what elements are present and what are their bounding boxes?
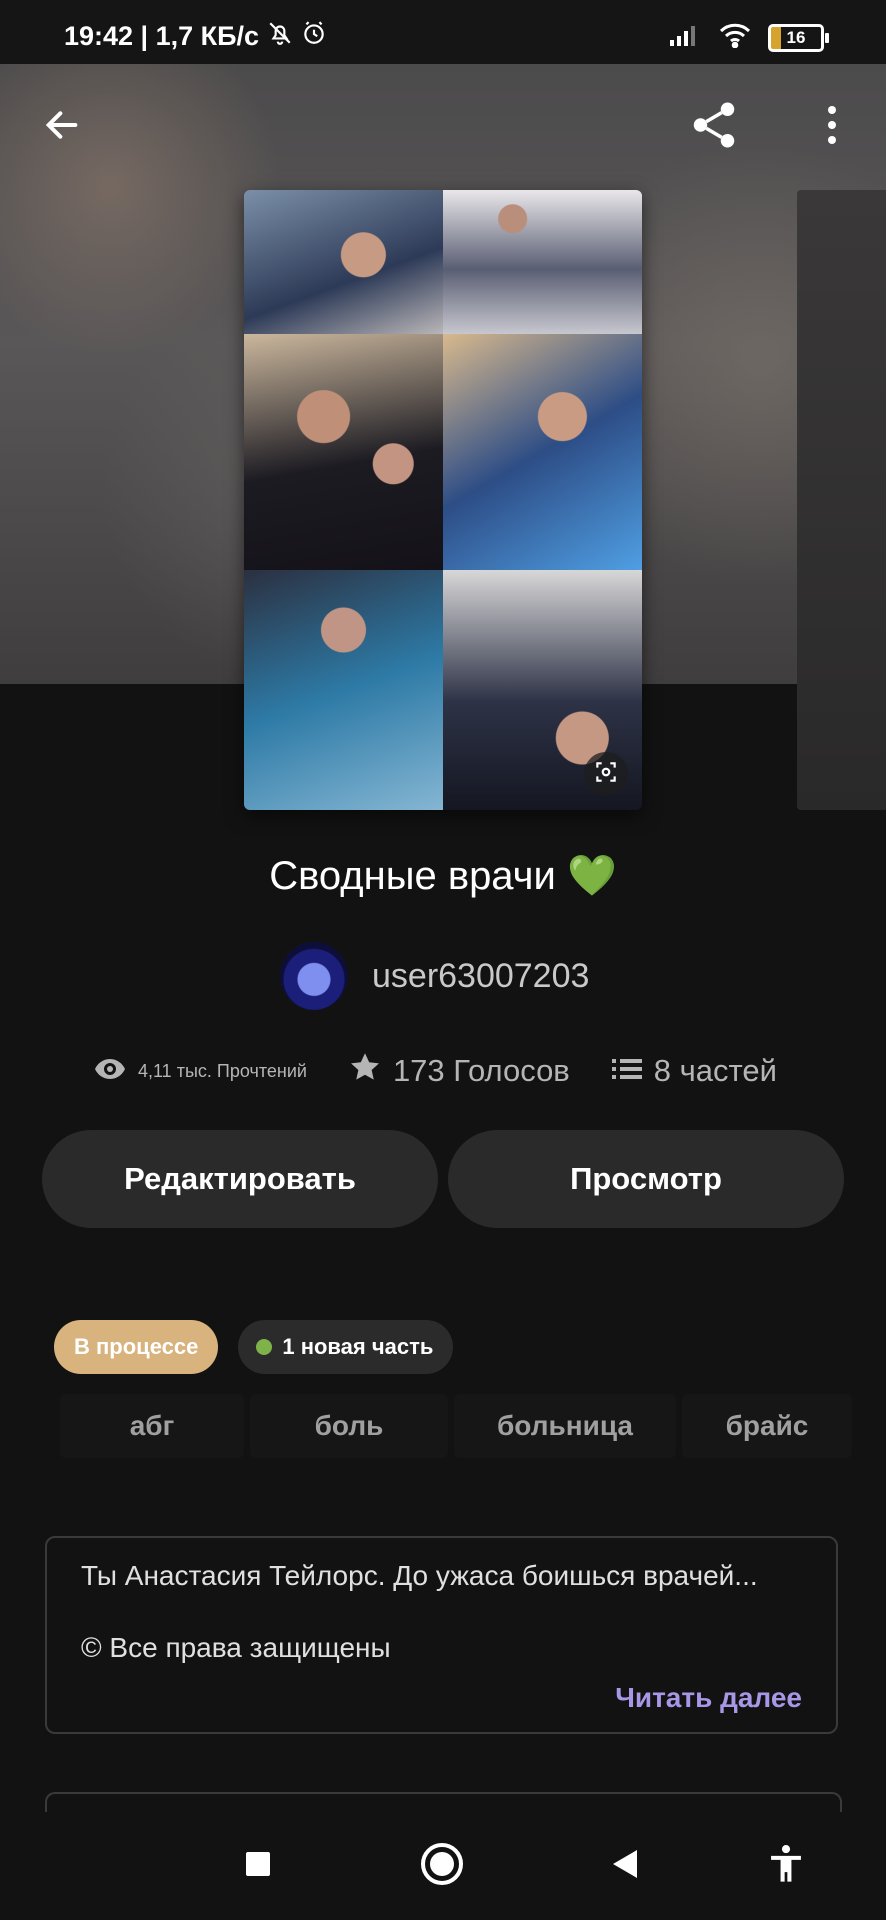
bell-off-icon (267, 20, 293, 53)
accessibility-icon (769, 1844, 803, 1888)
eye-icon (94, 1058, 126, 1085)
tag-chip[interactable]: больница (454, 1394, 676, 1458)
tag-chip[interactable]: абг (60, 1394, 244, 1458)
alarm-icon (301, 20, 327, 53)
view-button[interactable]: Просмотр (448, 1130, 844, 1228)
reads-stat: 4,11 тыс. Прочтений (94, 1058, 307, 1085)
new-part-label[interactable]: 1 новая часть (282, 1334, 433, 1360)
status-bar: 19:42 | 1,7 КБ/с 16 (0, 0, 886, 64)
copyright-text: © Все права защищены (81, 1632, 391, 1664)
cover-photo-tile (443, 570, 642, 810)
cover-photo-tile (244, 334, 443, 570)
more-options-button[interactable] (800, 95, 864, 159)
arrow-left-icon (42, 105, 82, 150)
triangle-back-icon (610, 1848, 640, 1885)
more-vert-icon (826, 104, 838, 151)
status-time-speed: 19:42 | 1,7 КБ/с (64, 21, 260, 51)
system-nav-bar (0, 1812, 886, 1920)
star-icon (349, 1052, 381, 1090)
cover-photo-tile (443, 190, 642, 334)
back-button[interactable] (30, 95, 94, 159)
badges-row: В процессе 1 новая часть (54, 1320, 454, 1374)
share-button[interactable] (682, 95, 746, 159)
list-icon (611, 1053, 642, 1089)
battery-indicator: 16 (768, 23, 829, 52)
parts-count[interactable]: 8 частей (654, 1053, 777, 1089)
home-button[interactable] (412, 1836, 472, 1896)
cover-photo-tile (443, 334, 642, 570)
description-text: Ты Анастасия Тейлорс. До ужаса боишься в… (81, 1560, 758, 1591)
square-icon (245, 1851, 271, 1882)
cover-photo-tile (244, 570, 443, 810)
edit-button[interactable]: Редактировать (42, 1130, 438, 1228)
lens-search-icon (593, 759, 619, 790)
tag-chip[interactable]: брайс (682, 1394, 852, 1458)
next-story-cover[interactable] (797, 190, 886, 810)
author-link[interactable]: user63007203 (280, 942, 589, 1010)
story-stats: 4,11 тыс. Прочтений 173 Голосов 8 частей (94, 1052, 777, 1090)
reads-count: 4,11 тыс. Прочтений (138, 1060, 307, 1081)
status-left: 19:42 | 1,7 КБ/с (64, 20, 327, 53)
home-circle-icon (420, 1842, 464, 1891)
status-badge: В процессе (54, 1320, 219, 1374)
share-icon (687, 98, 741, 157)
status-right: 16 (668, 22, 829, 53)
recents-button[interactable] (228, 1836, 288, 1896)
votes-stat: 173 Голосов (349, 1052, 570, 1090)
wifi-icon (718, 22, 752, 53)
cover-photo-tile (244, 190, 443, 334)
back-nav-button[interactable] (595, 1836, 655, 1896)
lens-search-button[interactable] (584, 752, 628, 796)
new-part-badge[interactable]: 1 новая часть (238, 1320, 454, 1374)
new-part-dot (256, 1339, 273, 1355)
tag-chip[interactable]: боль (250, 1394, 448, 1458)
description-card[interactable]: Ты Анастасия Тейлорс. До ужаса боишься в… (45, 1536, 838, 1734)
story-title: Сводные врачи 💚 (269, 854, 617, 898)
tags-row: абг боль больница брайс (60, 1394, 886, 1458)
read-more-link[interactable]: Читать далее (615, 1682, 802, 1714)
accessibility-button[interactable] (756, 1836, 816, 1896)
story-cover[interactable] (244, 190, 642, 810)
parts-stat[interactable]: 8 частей (611, 1053, 777, 1089)
author-name[interactable]: user63007203 (372, 957, 589, 996)
author-avatar[interactable] (280, 942, 348, 1010)
votes-count: 173 Голосов (392, 1053, 570, 1088)
signal-icon (668, 23, 702, 52)
battery-level: 16 (786, 27, 806, 47)
